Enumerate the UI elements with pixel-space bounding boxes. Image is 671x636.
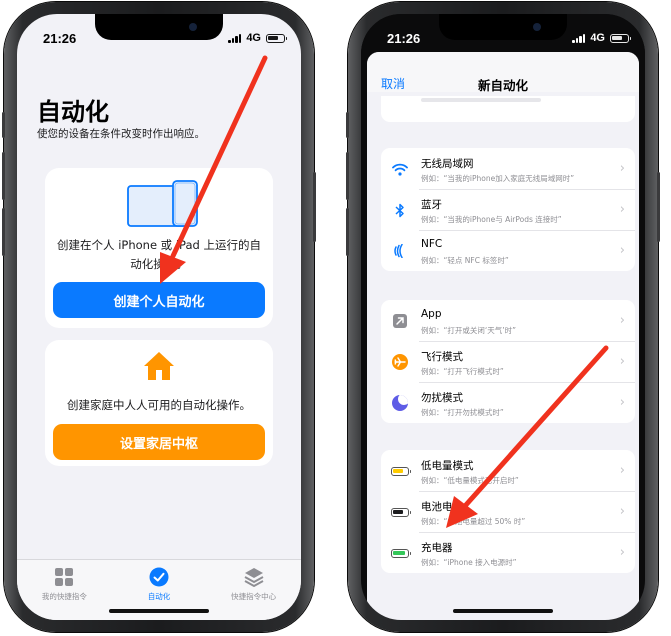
trigger-group-battery: 低电量模式 例如：“低电量模式已开启时” › 电池电量 例如：“电池电量超过 5… xyxy=(381,450,635,573)
charging-battery-icon xyxy=(391,544,411,562)
trigger-airplane-mode[interactable]: 飞行模式 例如：“打开飞行模式时” › xyxy=(381,341,635,382)
status-time: 21:26 xyxy=(387,31,421,46)
trigger-example: 例如：“打开勿扰模式时” xyxy=(421,408,504,417)
home-icon xyxy=(144,352,174,380)
nfc-icon xyxy=(391,242,409,260)
nav-title: 新自动化 xyxy=(477,78,528,93)
trigger-charger[interactable]: 充电器 例如：“iPhone 接入电源时” › xyxy=(381,532,635,573)
notch xyxy=(95,14,223,40)
trigger-example: 例如：“当我的iPhone与 AirPods 连接时” xyxy=(421,215,562,224)
volume-down-button xyxy=(346,208,349,256)
side-button xyxy=(657,172,660,242)
trigger-example: 例如：“iPhone 接入电源时” xyxy=(421,558,517,567)
chevron-right-icon: › xyxy=(619,161,625,176)
home-automation-card: 创建家庭中人人可用的自动化操作。 设置家居中枢 xyxy=(45,340,273,466)
chevron-right-icon: › xyxy=(619,545,625,560)
trigger-nfc[interactable]: NFC 例如：“轻点 NFC 标签时” › xyxy=(381,230,635,271)
bluetooth-icon xyxy=(391,201,409,219)
tab-label: 快捷指令中心 xyxy=(231,592,277,601)
personal-automation-card: 创建在个人 iPhone 或 iPad 上运行的自动化操作。 创建个人自动化 xyxy=(45,168,273,328)
chevron-right-icon: › xyxy=(619,463,625,478)
page-subtitle: 使您的设备在条件改变时作出响应。 xyxy=(37,128,205,140)
airplane-icon xyxy=(391,353,409,371)
home-card-description: 创建家庭中人人可用的自动化操作。 xyxy=(67,398,251,412)
tab-gallery[interactable]: 快捷指令中心 xyxy=(209,560,299,620)
network-label: 4G xyxy=(590,32,605,44)
trigger-example: 例如：“低电量模式已开启时” xyxy=(421,476,519,485)
trigger-example: 例如：“打开或关闭‘天气’时” xyxy=(421,326,517,335)
layers-icon xyxy=(243,566,265,588)
trigger-name: 无线局域网 xyxy=(421,158,474,170)
battery-icon xyxy=(266,33,287,43)
scrolled-group xyxy=(381,96,635,122)
battery-icon xyxy=(610,33,631,43)
left-phone: 21:26 4G 自动化 使您的设备在条件改变时作出响应。 创建在个人 iPho… xyxy=(2,2,316,632)
trigger-name: 电池电量 xyxy=(421,501,463,513)
chevron-right-icon: › xyxy=(619,395,625,410)
trigger-wifi[interactable]: 无线局域网 例如：“当我的iPhone加入家庭无线局域网时” › xyxy=(381,148,635,189)
volume-up-button xyxy=(2,152,5,200)
trigger-example: 例如：“轻点 NFC 标签时” xyxy=(421,256,509,265)
trigger-name: 蓝牙 xyxy=(421,199,442,211)
tab-label: 自动化 xyxy=(147,592,171,601)
setup-home-hub-button[interactable]: 设置家居中枢 xyxy=(53,424,265,460)
moon-icon xyxy=(391,394,409,412)
trigger-example: 例如：“打开飞行模式时” xyxy=(421,367,504,376)
volume-down-button xyxy=(2,208,5,256)
status-time: 21:26 xyxy=(43,31,77,46)
trigger-name: 低电量模式 xyxy=(421,460,474,472)
right-screen: 21:26 4G 取消 新自动化 无线局域网 例如：“当我的iPhone加入家庭… xyxy=(361,14,645,620)
trigger-name: 飞行模式 xyxy=(421,351,463,363)
personal-card-description: 创建在个人 iPhone 或 iPad 上运行的自动化操作。 xyxy=(57,238,261,271)
chevron-right-icon: › xyxy=(619,504,625,519)
battery-icon xyxy=(391,503,411,521)
mute-switch xyxy=(346,112,349,138)
volume-up-button xyxy=(346,152,349,200)
trigger-example: 例如：“当我的iPhone加入家庭无线局域网时” xyxy=(421,174,575,183)
trigger-name: NFC xyxy=(421,238,443,250)
create-personal-automation-button[interactable]: 创建个人自动化 xyxy=(53,282,265,318)
nav-bar: 取消 新自动化 xyxy=(367,52,639,93)
trigger-app[interactable]: App 例如：“打开或关闭‘天气’时” › xyxy=(381,300,635,341)
tab-my-shortcuts[interactable]: 我的快捷指令 xyxy=(19,560,109,620)
trigger-group-connectivity: 无线局域网 例如：“当我的iPhone加入家庭无线局域网时” › 蓝牙 例如：“… xyxy=(381,148,635,271)
wifi-icon xyxy=(391,160,409,178)
signal-icon xyxy=(572,33,586,43)
trigger-group-settings: App 例如：“打开或关闭‘天气’时” › 飞行模式 例如：“打开飞行模式时” … xyxy=(381,300,635,423)
tab-label: 我的快捷指令 xyxy=(41,592,87,601)
trigger-bluetooth[interactable]: 蓝牙 例如：“当我的iPhone与 AirPods 连接时” › xyxy=(381,189,635,230)
trigger-battery-level[interactable]: 电池电量 例如：“电池电量超过 50% 时” › xyxy=(381,491,635,532)
left-screen: 21:26 4G 自动化 使您的设备在条件改变时作出响应。 创建在个人 iPho… xyxy=(17,14,301,620)
trigger-low-power-mode[interactable]: 低电量模式 例如：“低电量模式已开启时” › xyxy=(381,450,635,491)
network-label: 4G xyxy=(246,32,261,44)
page-title: 自动化 xyxy=(37,98,109,126)
trigger-do-not-disturb[interactable]: 勿扰模式 例如：“打开勿扰模式时” › xyxy=(381,382,635,423)
right-phone: 21:26 4G 取消 新自动化 无线局域网 例如：“当我的iPhone加入家庭… xyxy=(346,2,660,632)
trigger-name: App xyxy=(421,308,442,320)
iphone-ipad-icon xyxy=(127,180,198,227)
chevron-right-icon: › xyxy=(619,202,625,217)
chevron-right-icon: › xyxy=(619,243,625,258)
chevron-right-icon: › xyxy=(619,313,625,328)
grid-icon xyxy=(53,566,75,588)
low-battery-icon xyxy=(391,462,411,480)
home-indicator xyxy=(109,609,209,613)
signal-icon xyxy=(228,33,242,43)
app-arrow-icon xyxy=(391,312,409,330)
trigger-example: 例如：“电池电量超过 50% 时” xyxy=(421,517,526,526)
chevron-right-icon: › xyxy=(619,354,625,369)
trigger-name: 充电器 xyxy=(421,542,453,554)
automation-check-icon xyxy=(148,566,170,588)
notch xyxy=(439,14,567,40)
side-button xyxy=(313,172,316,242)
new-automation-sheet: 取消 新自动化 无线局域网 例如：“当我的iPhone加入家庭无线局域网时” › xyxy=(367,52,639,620)
mute-switch xyxy=(2,112,5,138)
trigger-name: 勿扰模式 xyxy=(421,392,463,404)
home-indicator xyxy=(453,609,553,613)
